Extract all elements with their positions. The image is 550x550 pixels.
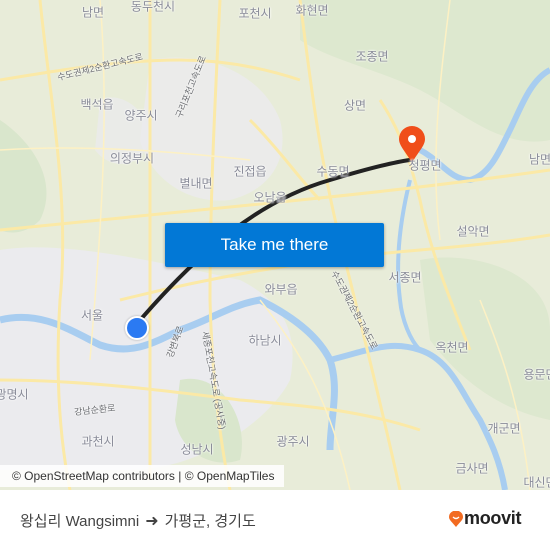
place-label: 옥천면: [435, 340, 469, 355]
place-label: 광명시: [0, 387, 29, 402]
place-label: 과천시: [81, 434, 115, 449]
place-label: 서종면: [388, 270, 422, 285]
origin-name: 왕십리 Wangsimni: [20, 513, 140, 530]
place-label: 오남읍: [253, 190, 287, 205]
place-label: 별내면: [179, 176, 213, 191]
place-label: 성남시: [180, 442, 214, 457]
place-label: 백석읍: [80, 97, 114, 112]
route-summary: 왕십리 Wangsimni ➜ 가평군, 경기도: [20, 510, 256, 531]
place-label: 금사면: [455, 461, 489, 476]
place-label: 남면: [528, 152, 550, 167]
place-label: 와부읍: [264, 282, 298, 297]
place-label: 포천시: [238, 6, 272, 21]
place-label: 용문면: [523, 367, 550, 382]
place-label: 상면: [343, 98, 367, 113]
moovit-pin-icon: [449, 510, 463, 527]
arrow-right-icon: ➜: [145, 512, 159, 530]
place-label: 하남시: [248, 333, 282, 348]
place-label: 남면: [81, 5, 105, 20]
place-label: 청평면: [408, 158, 442, 173]
map[interactable]: 남면 동두천시 포천시 화현면 조종면 백석읍 양주시 상면 의정부시 진접읍 …: [0, 0, 550, 490]
place-label: 개군면: [487, 421, 521, 436]
map-attribution[interactable]: © OpenStreetMap contributors | © OpenMap…: [0, 465, 285, 487]
take-me-there-button[interactable]: Take me there: [165, 223, 384, 267]
place-label: 진접읍: [233, 164, 267, 179]
place-label: 광주시: [276, 434, 310, 449]
place-label: 동두천시: [130, 0, 176, 14]
moovit-logo[interactable]: moovit: [449, 508, 522, 529]
place-label: 양주시: [124, 108, 158, 123]
origin-marker-icon[interactable]: [125, 316, 149, 340]
place-label: 설악면: [456, 224, 490, 239]
place-label: 화현면: [295, 3, 329, 18]
place-label: 대신면: [523, 475, 550, 490]
place-label: 수동면: [316, 164, 350, 179]
place-label: 조종면: [355, 49, 389, 64]
attribution-text: © OpenStreetMap contributors | © OpenMap…: [12, 469, 275, 483]
brand-name: moovit: [464, 508, 522, 528]
place-label: 의정부시: [109, 151, 155, 166]
place-label: 서울: [80, 308, 104, 323]
destination-name: 가평군, 경기도: [164, 513, 256, 530]
